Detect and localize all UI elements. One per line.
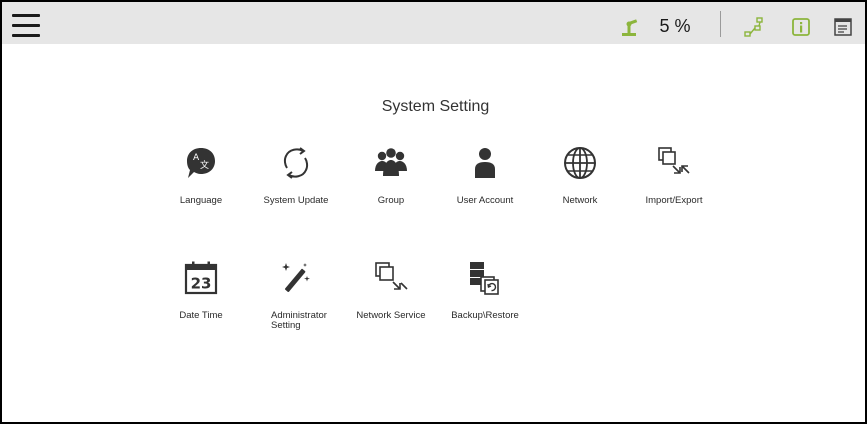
globe-icon xyxy=(564,147,596,179)
tile-label: Network Service xyxy=(356,310,426,321)
info-icon[interactable] xyxy=(790,16,812,38)
panel-icon[interactable] xyxy=(832,16,854,38)
tile-user-account[interactable]: User Account xyxy=(440,145,530,225)
page-title: System Setting xyxy=(381,98,490,115)
tile-group[interactable]: Group xyxy=(346,145,436,225)
svg-text:文: 文 xyxy=(200,159,209,171)
tile-label: Import/Export xyxy=(645,195,703,206)
flow-icon[interactable] xyxy=(743,16,765,38)
toolbar-divider xyxy=(720,11,721,37)
tile-import-export[interactable]: Import/Export xyxy=(629,145,719,225)
top-bar: 5 % xyxy=(2,2,865,44)
hamburger-menu-icon[interactable] xyxy=(12,14,42,38)
import-export-icon xyxy=(658,147,690,174)
tile-label: Network xyxy=(562,195,598,206)
svg-text:A: A xyxy=(193,153,200,163)
tile-label: User Account xyxy=(456,195,514,206)
tile-network[interactable]: Network xyxy=(535,145,625,225)
calendar-icon: 23 xyxy=(184,261,218,295)
speed-readout: 5 % xyxy=(659,16,691,36)
app-window: 5 % System Setting A 文 Language System U… xyxy=(0,0,867,424)
tile-backup-restore[interactable]: Backup\Restore xyxy=(440,260,530,340)
backup-restore-icon xyxy=(470,262,499,295)
magic-wand-icon xyxy=(282,263,310,292)
tile-system-update[interactable]: System Update xyxy=(251,145,341,225)
language-icon: A 文 xyxy=(187,148,215,178)
system-update-icon xyxy=(283,147,309,179)
tile-language[interactable]: A 文 Language xyxy=(156,145,246,225)
tile-label: Administrator Setting xyxy=(271,310,327,331)
group-icon xyxy=(375,148,407,176)
tile-label: System Update xyxy=(263,195,329,206)
tile-label: Backup\Restore xyxy=(451,310,519,321)
tile-label: Group xyxy=(377,195,405,206)
calendar-day: 23 xyxy=(191,275,212,293)
network-service-icon xyxy=(375,262,408,290)
tile-administrator-setting[interactable]: Administrator Setting xyxy=(251,260,341,340)
tile-label: Date Time xyxy=(179,310,223,321)
user-account-icon xyxy=(475,148,495,178)
tile-network-service[interactable]: Network Service xyxy=(346,260,436,340)
robot-arm-icon[interactable] xyxy=(619,16,641,38)
tile-label: Language xyxy=(179,195,223,206)
tile-date-time[interactable]: 23 Date Time xyxy=(156,260,246,340)
